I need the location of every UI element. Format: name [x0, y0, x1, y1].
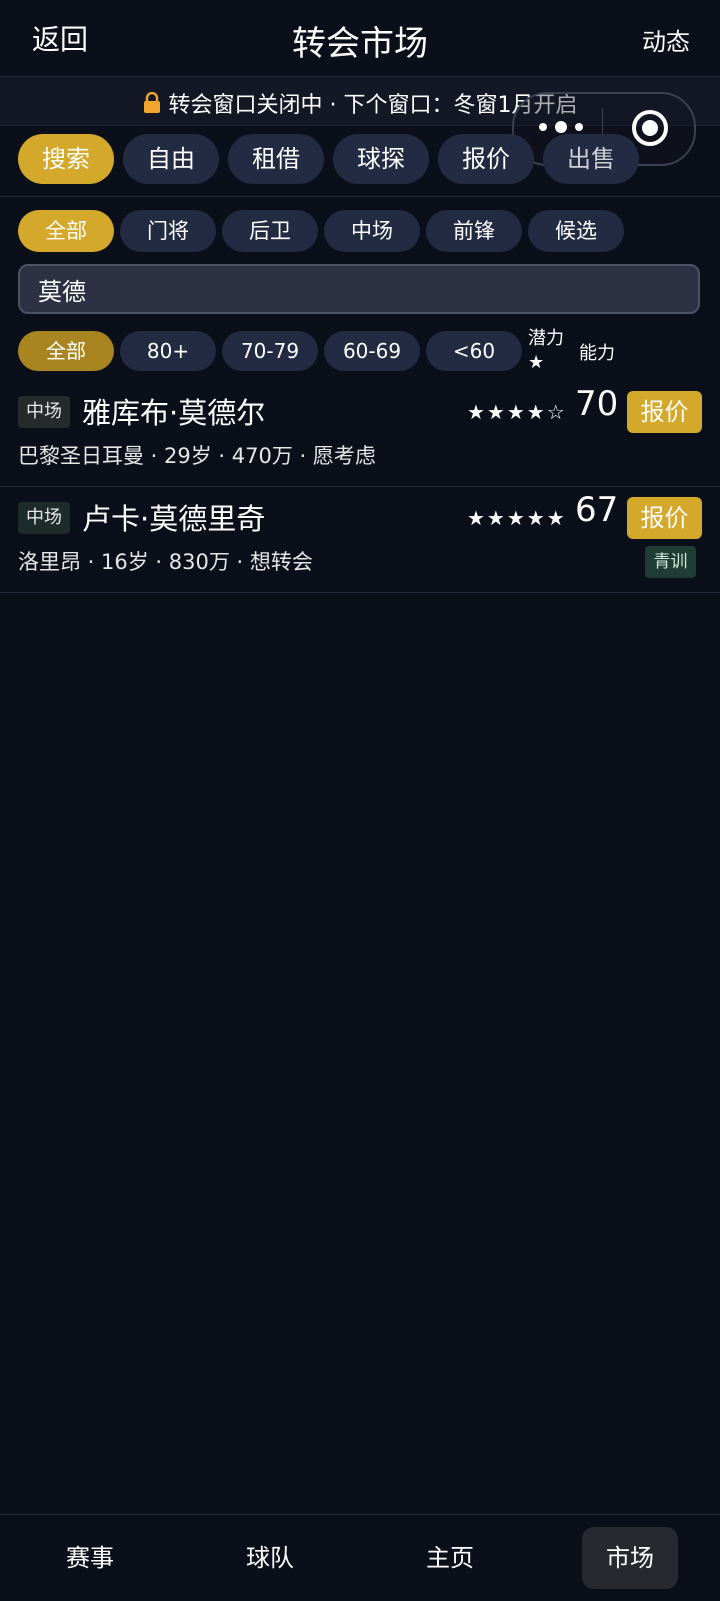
- search-input[interactable]: [18, 264, 700, 314]
- player-name: 卢卡·莫德里奇: [82, 502, 266, 536]
- nav-matches[interactable]: 赛事: [42, 1527, 138, 1589]
- tab-search[interactable]: 搜索: [18, 134, 114, 184]
- rating-60-69[interactable]: 60-69: [324, 331, 420, 371]
- sort-potential[interactable]: 潜力★: [528, 327, 568, 375]
- rating-below-60[interactable]: <60: [426, 331, 522, 371]
- position-filter: 全部 门将 后卫 中场 前锋 候选: [0, 210, 720, 254]
- rating-70-79[interactable]: 70-79: [222, 331, 318, 371]
- market-tabs: 搜索 自由 租借 球探 报价 出售: [0, 134, 720, 197]
- player-rating: 70: [575, 384, 619, 424]
- position-shortlist[interactable]: 候选: [528, 210, 624, 252]
- player-row[interactable]: 中场 卢卡·莫德里奇 ★★★★★ 67 报价 洛里昂 · 16岁 · 830万 …: [0, 486, 720, 593]
- position-defender[interactable]: 后卫: [222, 210, 318, 252]
- tab-loan[interactable]: 租借: [228, 134, 324, 184]
- position-badge: 中场: [18, 396, 70, 428]
- tab-offers[interactable]: 报价: [438, 134, 534, 184]
- top-bar: 返回 转会市场 动态: [0, 0, 720, 77]
- rating-all[interactable]: 全部: [18, 331, 114, 371]
- player-rating: 67: [575, 490, 619, 530]
- sort-ability[interactable]: 能力: [579, 339, 615, 365]
- player-name: 雅库布·莫德尔: [82, 396, 266, 430]
- rating-filter: 全部 80+ 70-79 60-69 <60 潜力★ 能力: [0, 328, 720, 375]
- lock-icon: [143, 91, 161, 120]
- nav-market[interactable]: 市场: [582, 1527, 678, 1589]
- offer-button[interactable]: 报价: [627, 391, 702, 433]
- rating-80-plus[interactable]: 80+: [120, 331, 216, 371]
- tab-scout[interactable]: 球探: [333, 134, 429, 184]
- nav-home[interactable]: 主页: [402, 1527, 498, 1589]
- nav-team[interactable]: 球队: [222, 1527, 318, 1589]
- feed-button[interactable]: 动态: [642, 22, 690, 57]
- page-title: 转会市场: [292, 24, 428, 64]
- position-goalkeeper[interactable]: 门将: [120, 210, 216, 252]
- potential-stars: ★★★★★: [467, 506, 567, 530]
- bottom-nav: 赛事 球队 主页 市场: [0, 1514, 720, 1601]
- player-meta: 洛里昂 · 16岁 · 830万 · 想转会: [18, 550, 313, 574]
- position-all[interactable]: 全部: [18, 210, 114, 252]
- potential-stars: ★★★★☆: [467, 400, 567, 424]
- tab-free[interactable]: 自由: [123, 134, 219, 184]
- offer-button[interactable]: 报价: [627, 497, 702, 539]
- position-midfielder[interactable]: 中场: [324, 210, 420, 252]
- position-badge: 中场: [18, 502, 70, 534]
- tab-sell[interactable]: 出售: [543, 134, 639, 184]
- player-row[interactable]: 中场 雅库布·莫德尔 ★★★★☆ 70 报价 巴黎圣日耳曼 · 29岁 · 47…: [0, 380, 720, 487]
- position-forward[interactable]: 前锋: [426, 210, 522, 252]
- youth-badge: 青训: [645, 546, 696, 578]
- player-meta: 巴黎圣日耳曼 · 29岁 · 470万 · 愿考虑: [18, 444, 376, 468]
